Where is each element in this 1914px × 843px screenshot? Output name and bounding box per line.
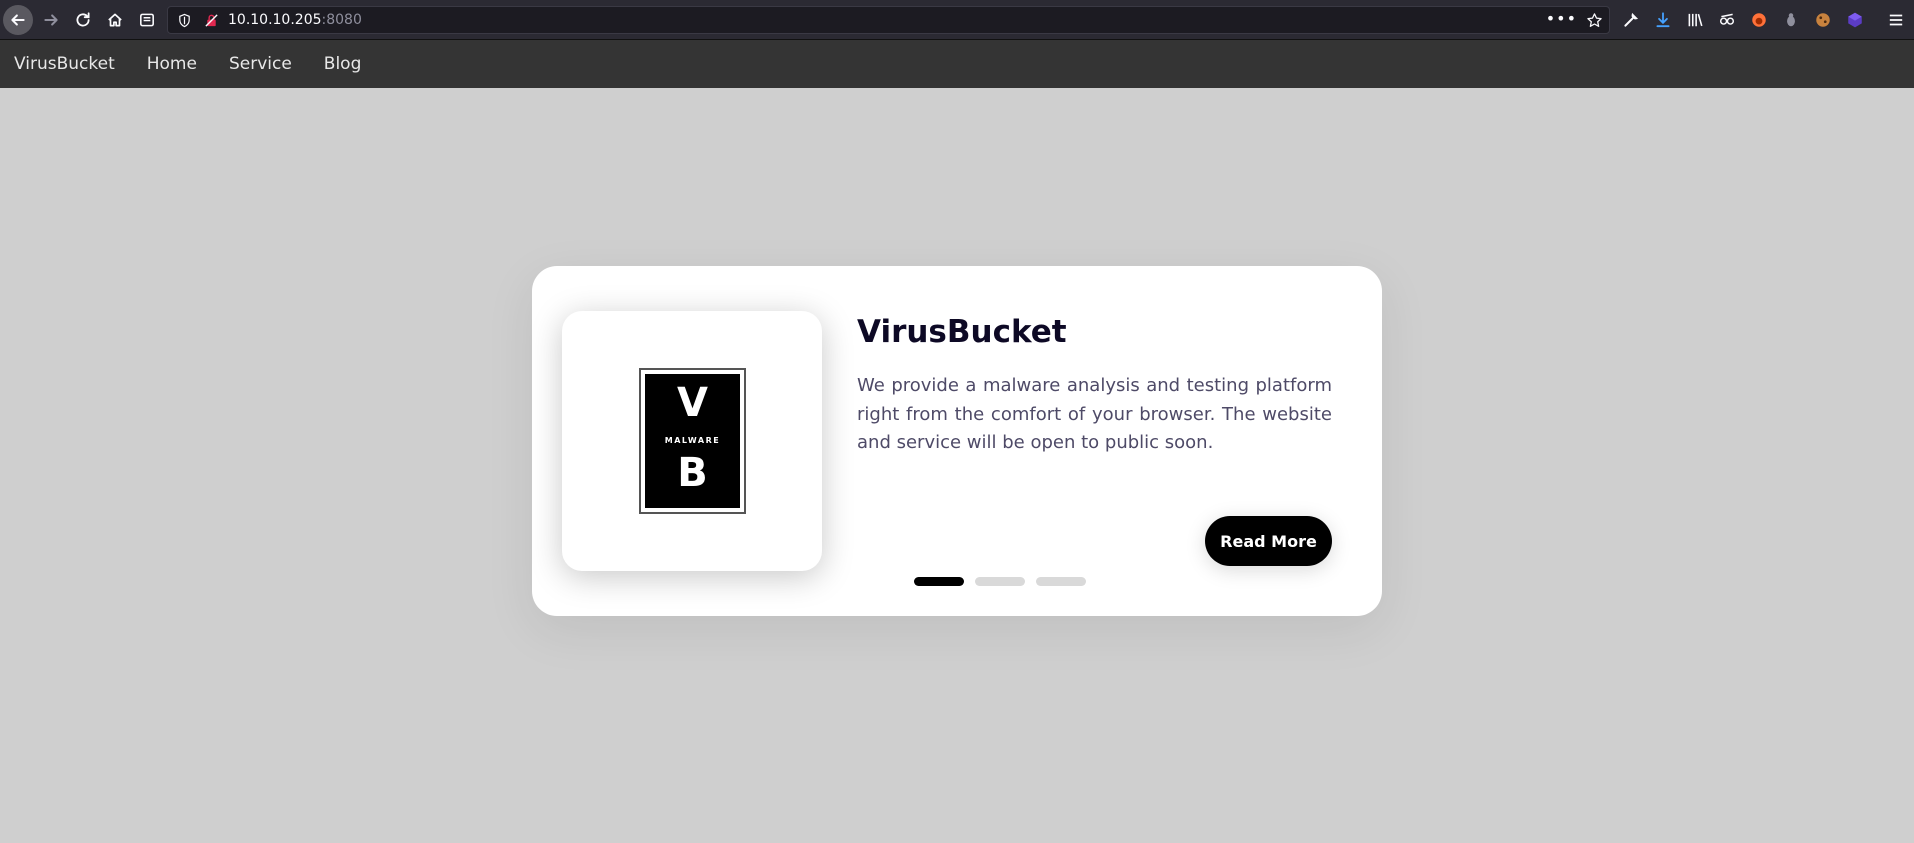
intro-card: V MALWARE B VirusBucket We provide a mal… — [532, 266, 1382, 616]
extension-cookie-icon[interactable] — [1813, 10, 1833, 30]
extension-fox-icon[interactable] — [1749, 10, 1769, 30]
nav-link-service[interactable]: Service — [229, 54, 292, 74]
download-icon[interactable] — [1653, 10, 1673, 30]
arrow-right-icon — [44, 14, 58, 26]
library-icon[interactable] — [1685, 10, 1705, 30]
logo-letter-b: B — [677, 450, 708, 496]
url-host: 10.10.10.205 — [228, 12, 322, 28]
extension-glasses-icon[interactable] — [1717, 10, 1737, 30]
nav-link-blog[interactable]: Blog — [324, 54, 362, 74]
slide-dot-2[interactable] — [975, 577, 1025, 586]
shield-icon[interactable] — [177, 13, 192, 28]
slide-dot-3[interactable] — [1036, 577, 1086, 586]
read-more-button[interactable]: Read More — [1205, 516, 1332, 566]
reload-button[interactable] — [68, 5, 98, 35]
url-port: :8080 — [321, 12, 362, 28]
card-image-frame: V MALWARE B — [562, 311, 822, 571]
url-text[interactable]: 10.10.10.205:8080 — [228, 12, 362, 28]
home-icon — [108, 13, 122, 27]
slider-pagination — [914, 577, 1097, 586]
browser-toolbar: 10.10.10.205:8080 ••• — [0, 0, 1914, 40]
reader-view-button[interactable] — [132, 5, 162, 35]
extension-cube-icon[interactable] — [1845, 10, 1865, 30]
insecure-lock-icon[interactable] — [204, 13, 219, 28]
card-title: VirusBucket — [857, 314, 1067, 350]
address-bar[interactable]: 10.10.10.205:8080 ••• — [167, 6, 1610, 34]
slide-dot-1[interactable] — [914, 577, 964, 586]
menu-icon[interactable] — [1886, 10, 1906, 30]
card-description: We provide a malware analysis and testin… — [857, 375, 1332, 453]
logo-malware-text: MALWARE — [664, 436, 721, 445]
nav-brand-link[interactable]: VirusBucket — [14, 54, 115, 74]
arrow-left-icon — [11, 14, 25, 26]
home-button[interactable] — [100, 5, 130, 35]
reader-icon — [140, 13, 154, 27]
forward-button[interactable] — [36, 5, 66, 35]
page-actions-icon[interactable]: ••• — [1546, 9, 1577, 28]
bookmark-star-icon[interactable] — [1586, 12, 1603, 29]
extension-bug-icon[interactable] — [1781, 10, 1801, 30]
back-button[interactable] — [3, 5, 33, 35]
logo-inner: V MALWARE B — [645, 374, 740, 508]
site-navbar: VirusBucket Home Service Blog — [0, 40, 1914, 88]
virusbucket-logo: V MALWARE B — [639, 368, 746, 514]
wrench-icon[interactable] — [1621, 10, 1641, 30]
reload-icon — [76, 12, 90, 27]
logo-letter-v: V — [677, 380, 708, 426]
nav-link-home[interactable]: Home — [147, 54, 197, 74]
